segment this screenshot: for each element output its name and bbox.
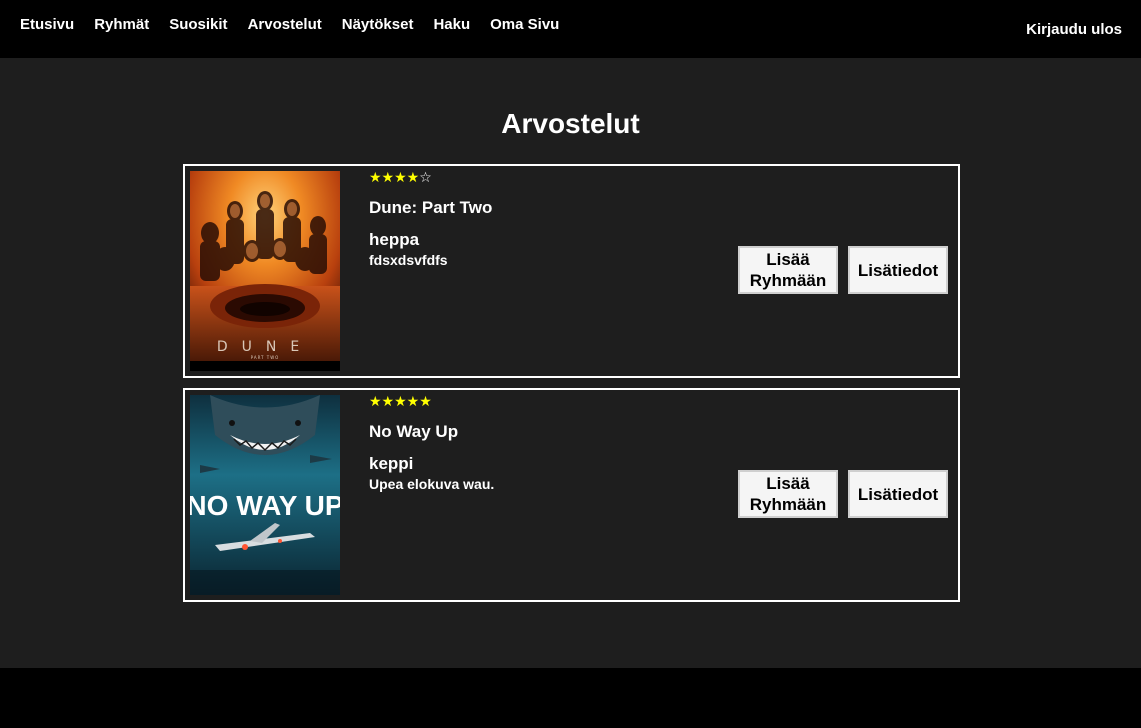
reviewer-name: heppa xyxy=(369,230,420,249)
star-rating: ★★★★★ xyxy=(369,394,432,410)
page-title: Arvostelut xyxy=(501,108,640,139)
nav-link-suosikit[interactable]: Suosikit xyxy=(169,16,227,33)
stars-filled: ★★★★ xyxy=(369,170,420,186)
nav-link-haku[interactable]: Haku xyxy=(433,16,470,33)
movie-title: Dune: Part Two xyxy=(369,198,493,217)
star-rating: ★★★★☆ xyxy=(369,170,432,186)
movie-poster-dune: DUNE PART TWO xyxy=(190,171,340,371)
add-to-group-button[interactable]: Lisää Ryhmään xyxy=(738,246,838,294)
review-text: fdsxdsvfdfs xyxy=(369,252,448,268)
add-to-group-button[interactable]: Lisää Ryhmään xyxy=(738,470,838,518)
nav-link-arvostelut[interactable]: Arvostelut xyxy=(248,16,322,33)
stars-filled: ★★★★★ xyxy=(369,394,432,410)
nav-link-etusivu[interactable]: Etusivu xyxy=(20,16,74,33)
footer xyxy=(0,668,1141,728)
review-card: NO WAY UP ★★★★★ No Way Up keppi Upea elo… xyxy=(183,388,960,602)
details-button[interactable]: Lisätiedot xyxy=(848,470,948,518)
review-card: DUNE PART TWO ★★★★☆ Dune: Part Two heppa… xyxy=(183,164,960,378)
nav-link-ryhmat[interactable]: Ryhmät xyxy=(94,16,149,33)
review-text: Upea elokuva wau. xyxy=(369,476,495,492)
movie-title: No Way Up xyxy=(369,422,459,441)
nav-links: Etusivu Ryhmät Suosikit Arvostelut Näytö… xyxy=(20,16,579,33)
stars-empty: ☆ xyxy=(419,170,432,186)
poster-subtitle-text: PART TWO xyxy=(251,355,280,360)
nav-link-oma-sivu[interactable]: Oma Sivu xyxy=(490,16,559,33)
reviewer-name: keppi xyxy=(369,454,414,473)
main-content: Arvostelut DUNE PART TWO ★★★★☆ Dune: Par… xyxy=(0,58,1141,668)
details-button[interactable]: Lisätiedot xyxy=(848,246,948,294)
poster-title-text: DUNE xyxy=(217,339,313,355)
nav-link-naytokset[interactable]: Näytökset xyxy=(342,16,414,33)
movie-poster-no-way-up: NO WAY UP xyxy=(190,395,340,595)
logout-link[interactable]: Kirjaudu ulos xyxy=(1026,21,1122,38)
top-navigation: Etusivu Ryhmät Suosikit Arvostelut Näytö… xyxy=(0,0,1141,58)
poster-title-text: NO WAY UP xyxy=(190,490,340,521)
